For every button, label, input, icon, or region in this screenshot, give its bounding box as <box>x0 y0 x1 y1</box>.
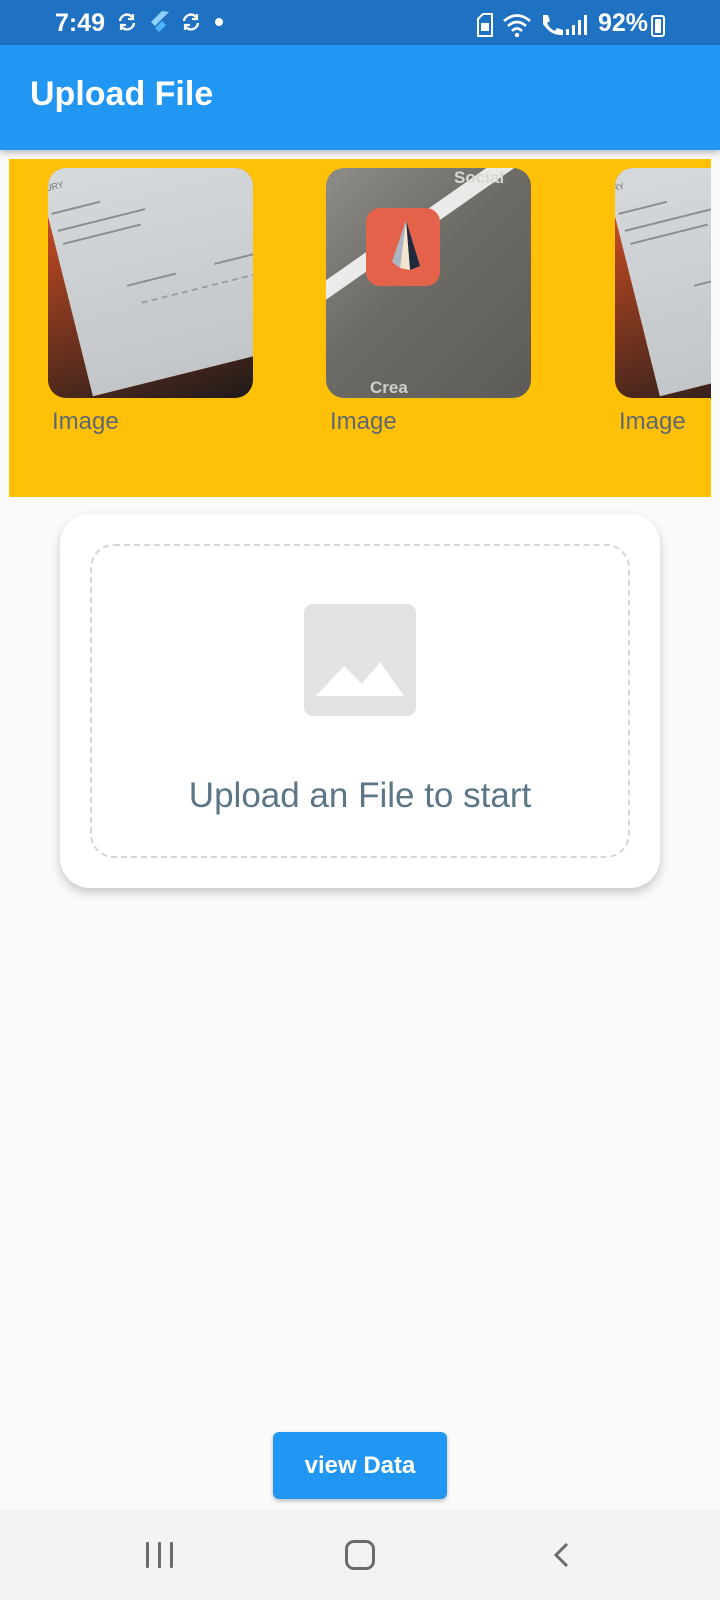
carousel-item[interactable]: Social Crea Image <box>326 168 531 436</box>
signal-icon <box>566 15 587 35</box>
sync-icon <box>182 13 200 31</box>
status-notification-icons <box>116 10 226 34</box>
battery-icon <box>651 15 665 37</box>
page-title: Upload File <box>30 75 214 113</box>
carousel-item[interactable]: URY Image <box>48 168 253 436</box>
recents-icon[interactable] <box>146 1542 173 1568</box>
dot-icon <box>215 18 223 26</box>
pencil-icon <box>392 220 420 270</box>
document-photo: URY <box>48 168 253 397</box>
app-bar: Upload File <box>0 45 720 150</box>
thumbnail-label: Image <box>330 408 397 435</box>
sync-icon <box>118 13 136 31</box>
app-icon-photo <box>366 208 440 286</box>
image-carousel[interactable]: URY Image Social Crea Image RY Image <box>9 159 711 497</box>
carousel-item[interactable]: RY Image <box>615 168 711 436</box>
system-nav-bar <box>0 1510 720 1600</box>
image-thumbnail[interactable]: RY <box>615 168 711 398</box>
home-icon[interactable] <box>345 1540 375 1570</box>
status-bar: 7:49 92% <box>0 0 720 45</box>
image-thumbnail[interactable]: Social Crea <box>326 168 531 398</box>
image-thumbnail[interactable]: URY <box>48 168 253 398</box>
wifi-calling-icon <box>543 15 563 36</box>
image-placeholder-icon <box>304 604 416 716</box>
view-data-button[interactable]: view Data <box>273 1432 447 1499</box>
back-icon[interactable] <box>552 1542 572 1568</box>
document-photo: RY <box>615 168 711 397</box>
thumbnail-text: Social <box>454 168 505 187</box>
thumbnail-text: Crea <box>370 378 408 397</box>
wifi-icon <box>503 14 531 38</box>
battery-percentage: 92% <box>598 9 649 37</box>
sim-icon <box>477 13 493 37</box>
status-time: 7:49 <box>55 9 106 37</box>
upload-prompt: Upload an File to start <box>188 776 532 815</box>
upload-card[interactable]: Upload an File to start <box>60 514 660 888</box>
flutter-icon <box>151 11 169 32</box>
thumbnail-label: Image <box>619 408 686 435</box>
thumbnail-label: Image <box>52 408 119 435</box>
